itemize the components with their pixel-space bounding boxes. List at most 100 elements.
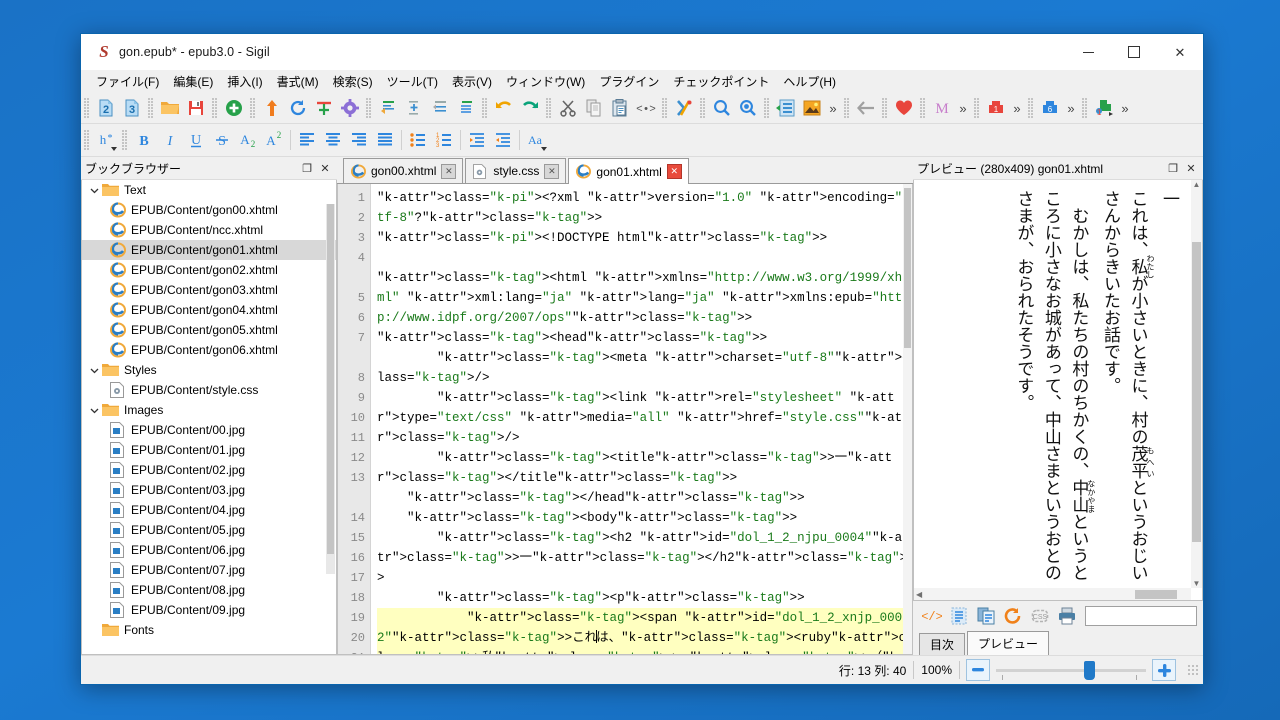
chevron-down-icon[interactable]: [86, 186, 102, 195]
tree-item-img-08[interactable]: EPUB/Content/08.jpg: [82, 580, 336, 600]
insert-section-break-icon[interactable]: [401, 95, 427, 121]
code-line[interactable]: "k-attr">class="k-tag"></head"k-attr">cl…: [377, 488, 912, 508]
code-line[interactable]: "k-attr">class="k-tag"><title"k-attr">cl…: [377, 448, 912, 488]
code-line[interactable]: "k-attr">class="k-tag"><span "k-attr">id…: [377, 608, 912, 654]
heart-icon[interactable]: [891, 95, 917, 121]
redo-icon[interactable]: [517, 95, 543, 121]
plugin12-icon[interactable]: 1: [1091, 95, 1117, 121]
menu-checkpoint[interactable]: チェックポイント: [666, 71, 776, 92]
scroll-thumb[interactable]: [1192, 242, 1201, 542]
menu-help[interactable]: ヘルプ(H): [776, 71, 843, 92]
tree-item-gon02[interactable]: EPUB/Content/gon02.xhtml: [82, 260, 336, 280]
toolbar-grip[interactable]: [84, 98, 90, 118]
zoom-slider[interactable]: [996, 660, 1146, 680]
epub2-icon[interactable]: 2: [93, 95, 119, 121]
code-line[interactable]: "k-attr">class="k-tag"><meta "k-attr">ch…: [377, 348, 912, 388]
tree-item-img-07[interactable]: EPUB/Content/07.jpg: [82, 560, 336, 580]
merge-icon[interactable]: [427, 95, 453, 121]
menu-plugins[interactable]: プラグイン: [592, 71, 666, 92]
save-icon[interactable]: [183, 95, 209, 121]
tree-item-img-00[interactable]: EPUB/Content/00.jpg: [82, 420, 336, 440]
tree-item-img-03[interactable]: EPUB/Content/03.jpg: [82, 480, 336, 500]
code-line[interactable]: "k-attr">class="k-tag"><h2 "k-attr">id="…: [377, 528, 912, 588]
code-view-icon[interactable]: <•>: [633, 95, 659, 121]
align-left-icon[interactable]: [294, 127, 320, 153]
toolbar-grip[interactable]: [920, 98, 926, 118]
split-at-cursor-icon[interactable]: [375, 95, 401, 121]
maximize-button[interactable]: [1111, 34, 1157, 70]
metadata-editor-icon[interactable]: [773, 95, 799, 121]
code-line[interactable]: "k-attr">class="k-tag"><link "k-attr">re…: [377, 388, 912, 448]
chevron-down-icon[interactable]: [86, 366, 102, 375]
tree-item-gon04[interactable]: EPUB/Content/gon04.xhtml: [82, 300, 336, 320]
open-folder-icon[interactable]: [157, 95, 183, 121]
scroll-left-icon[interactable]: ◀: [914, 590, 922, 599]
print-icon[interactable]: [1054, 604, 1079, 629]
close-icon[interactable]: ✕: [316, 159, 334, 177]
split-marker-icon[interactable]: [311, 95, 337, 121]
toolbar-grip[interactable]: [974, 98, 980, 118]
reload-icon[interactable]: [1000, 604, 1025, 629]
tree-item-img-04[interactable]: EPUB/Content/04.jpg: [82, 500, 336, 520]
tree-item-img-09[interactable]: EPUB/Content/09.jpg: [82, 600, 336, 620]
code-line[interactable]: [377, 248, 912, 268]
tree-item-gon01[interactable]: EPUB/Content/gon01.xhtml: [82, 240, 336, 260]
code-view-icon[interactable]: </>: [919, 604, 944, 629]
tree-item-img-06[interactable]: EPUB/Content/06.jpg: [82, 540, 336, 560]
upload-icon[interactable]: [259, 95, 285, 121]
toolbar-grip[interactable]: [366, 98, 372, 118]
tree-item-ncc[interactable]: EPUB/Content/ncc.xhtml: [82, 220, 336, 240]
preview-path-field[interactable]: [1085, 606, 1197, 626]
code-line[interactable]: "k-attr">class="k-tag"><body"k-attr">cla…: [377, 508, 912, 528]
reload-icon[interactable]: [285, 95, 311, 121]
tree-item-img-05[interactable]: EPUB/Content/05.jpg: [82, 520, 336, 540]
code-text[interactable]: "k-attr">class="k-pi"><?xml "k-attr">ver…: [371, 184, 912, 654]
plugin1-icon[interactable]: 1: [983, 95, 1009, 121]
tree-group-fonts[interactable]: Fonts: [82, 620, 336, 640]
code-line[interactable]: "k-attr">class="k-pi"><?xml "k-attr">ver…: [377, 188, 912, 228]
scroll-down-icon[interactable]: ▼: [1193, 579, 1201, 588]
toolbar-overflow-2[interactable]: »: [955, 101, 971, 116]
align-justify-icon[interactable]: [372, 127, 398, 153]
zoom-out-button[interactable]: [966, 659, 990, 681]
zoom-in-button[interactable]: [1152, 659, 1176, 681]
resize-grip[interactable]: [1186, 663, 1200, 677]
editor-scrollbar[interactable]: [903, 184, 912, 654]
paste-icon[interactable]: [607, 95, 633, 121]
menu-search[interactable]: 検索(S): [326, 71, 380, 92]
toolbar-grip[interactable]: [700, 98, 706, 118]
indent-icon[interactable]: [490, 127, 516, 153]
xml-validate-icon[interactable]: [671, 95, 697, 121]
tab-toc[interactable]: 目次: [919, 633, 966, 655]
float-icon[interactable]: ❐: [1164, 159, 1182, 177]
toolbar-overflow-4[interactable]: »: [1063, 101, 1079, 116]
tree-item-gon03[interactable]: EPUB/Content/gon03.xhtml: [82, 280, 336, 300]
minimize-button[interactable]: [1065, 34, 1111, 70]
tree-group-styles[interactable]: Styles: [82, 360, 336, 380]
toolbar-grip[interactable]: [122, 130, 128, 150]
settings-gear-icon[interactable]: [337, 95, 363, 121]
menu-format[interactable]: 書式(M): [270, 71, 326, 92]
toolbar-grip[interactable]: [546, 98, 552, 118]
tree-item-gon06[interactable]: EPUB/Content/gon06.xhtml: [82, 340, 336, 360]
menu-window[interactable]: ウィンドウ(W): [499, 71, 592, 92]
underline-icon[interactable]: U: [183, 127, 209, 153]
book-browser-scrollbar[interactable]: [326, 204, 335, 574]
chevron-down-icon[interactable]: [86, 406, 102, 415]
superscript-icon[interactable]: A2: [261, 127, 287, 153]
menu-insert[interactable]: 挿入(I): [220, 71, 269, 92]
tab-close-icon[interactable]: ✕: [441, 163, 457, 179]
toolbar-grip[interactable]: [212, 98, 218, 118]
book-browser-tree[interactable]: Text EPUB/Content/gon00.xhtml EPUB/Conte…: [81, 180, 337, 655]
align-right-icon[interactable]: [346, 127, 372, 153]
bullet-list-icon[interactable]: [405, 127, 431, 153]
tree-item-img-02[interactable]: EPUB/Content/02.jpg: [82, 460, 336, 480]
code-line[interactable]: "k-attr">class="k-tag"><p"k-attr">class=…: [377, 588, 912, 608]
toolbar-overflow-1[interactable]: »: [825, 101, 841, 116]
tree-item-img-01[interactable]: EPUB/Content/01.jpg: [82, 440, 336, 460]
cut-icon[interactable]: [555, 95, 581, 121]
menu-file[interactable]: ファイル(F): [89, 71, 166, 92]
tab-gon01-xhtml[interactable]: gon01.xhtml ✕: [568, 158, 689, 184]
toolbar-grip[interactable]: [84, 130, 90, 150]
find-icon[interactable]: [709, 95, 735, 121]
